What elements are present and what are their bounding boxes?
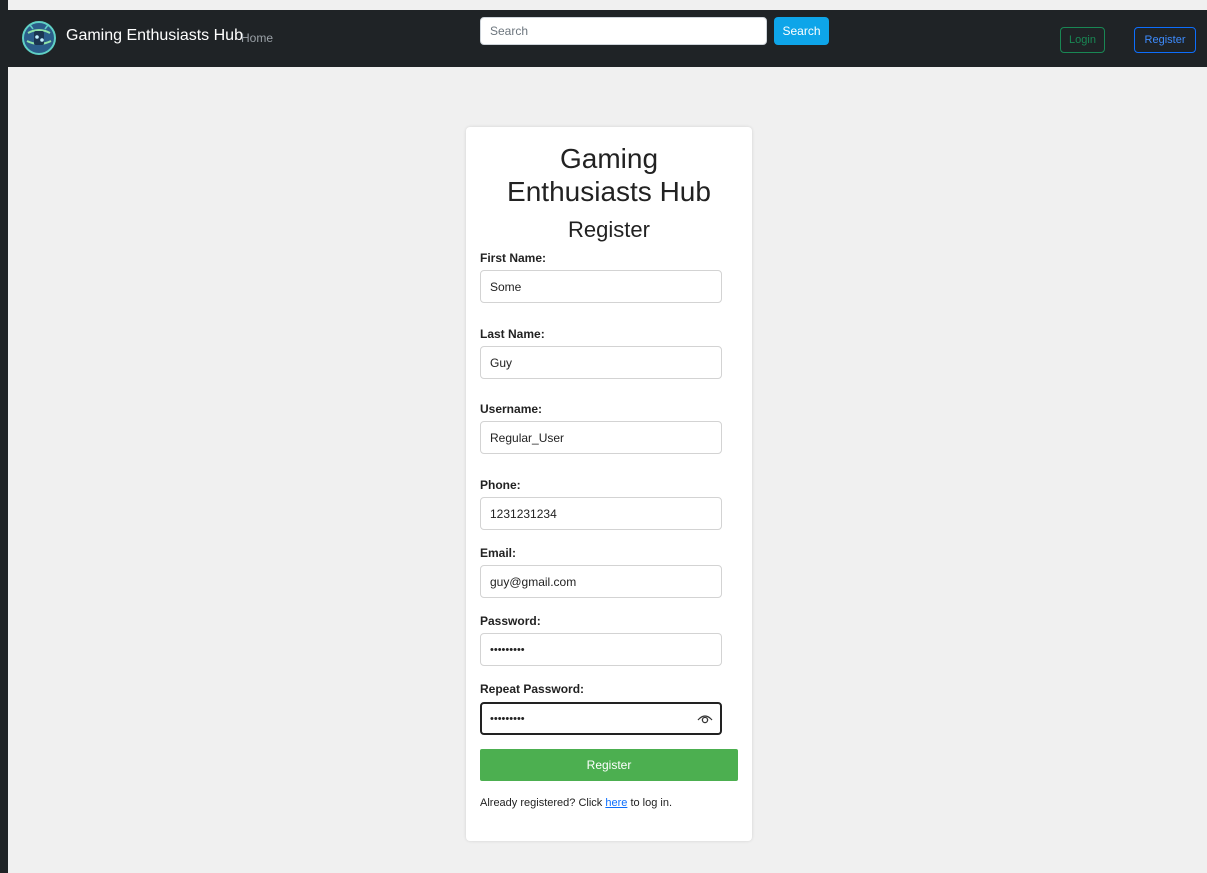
login-hint-suffix: to log in. bbox=[630, 797, 673, 809]
brand-name[interactable]: Gaming Enthusiasts Hub bbox=[66, 27, 243, 45]
phone-input[interactable] bbox=[480, 497, 722, 530]
username-input[interactable] bbox=[480, 421, 722, 454]
last-name-label: Last Name: bbox=[480, 327, 545, 341]
show-password-eye-icon[interactable] bbox=[697, 711, 713, 725]
login-here-link[interactable]: here bbox=[605, 797, 627, 809]
login-hint-prefix: Already registered? Click bbox=[480, 797, 603, 809]
email-input[interactable] bbox=[480, 565, 722, 598]
login-hint: Already registered? Click here to log in… bbox=[480, 797, 672, 809]
nav-home-link[interactable]: Home bbox=[241, 31, 273, 45]
first-name-input[interactable] bbox=[480, 270, 722, 303]
form-title: Gaming Enthusiasts Hub bbox=[507, 143, 711, 207]
username-label: Username: bbox=[480, 402, 543, 416]
last-name-input[interactable] bbox=[480, 346, 722, 379]
repeat-password-input[interactable] bbox=[480, 702, 722, 735]
first-name-label: First Name: bbox=[480, 251, 547, 265]
email-label: Email: bbox=[480, 546, 517, 560]
repeat-password-label: Repeat Password: bbox=[480, 682, 585, 696]
form-subtitle: Register bbox=[568, 217, 650, 242]
password-label: Password: bbox=[480, 614, 541, 628]
search-button[interactable]: Search bbox=[774, 17, 829, 45]
register-nav-button[interactable]: Register bbox=[1134, 27, 1196, 53]
login-button[interactable]: Login bbox=[1060, 27, 1105, 53]
search-input[interactable] bbox=[480, 17, 767, 45]
register-submit-button[interactable]: Register bbox=[480, 749, 738, 781]
password-input[interactable] bbox=[480, 633, 722, 666]
gaming-globe-logo-icon[interactable] bbox=[22, 17, 56, 59]
phone-label: Phone: bbox=[480, 478, 521, 492]
